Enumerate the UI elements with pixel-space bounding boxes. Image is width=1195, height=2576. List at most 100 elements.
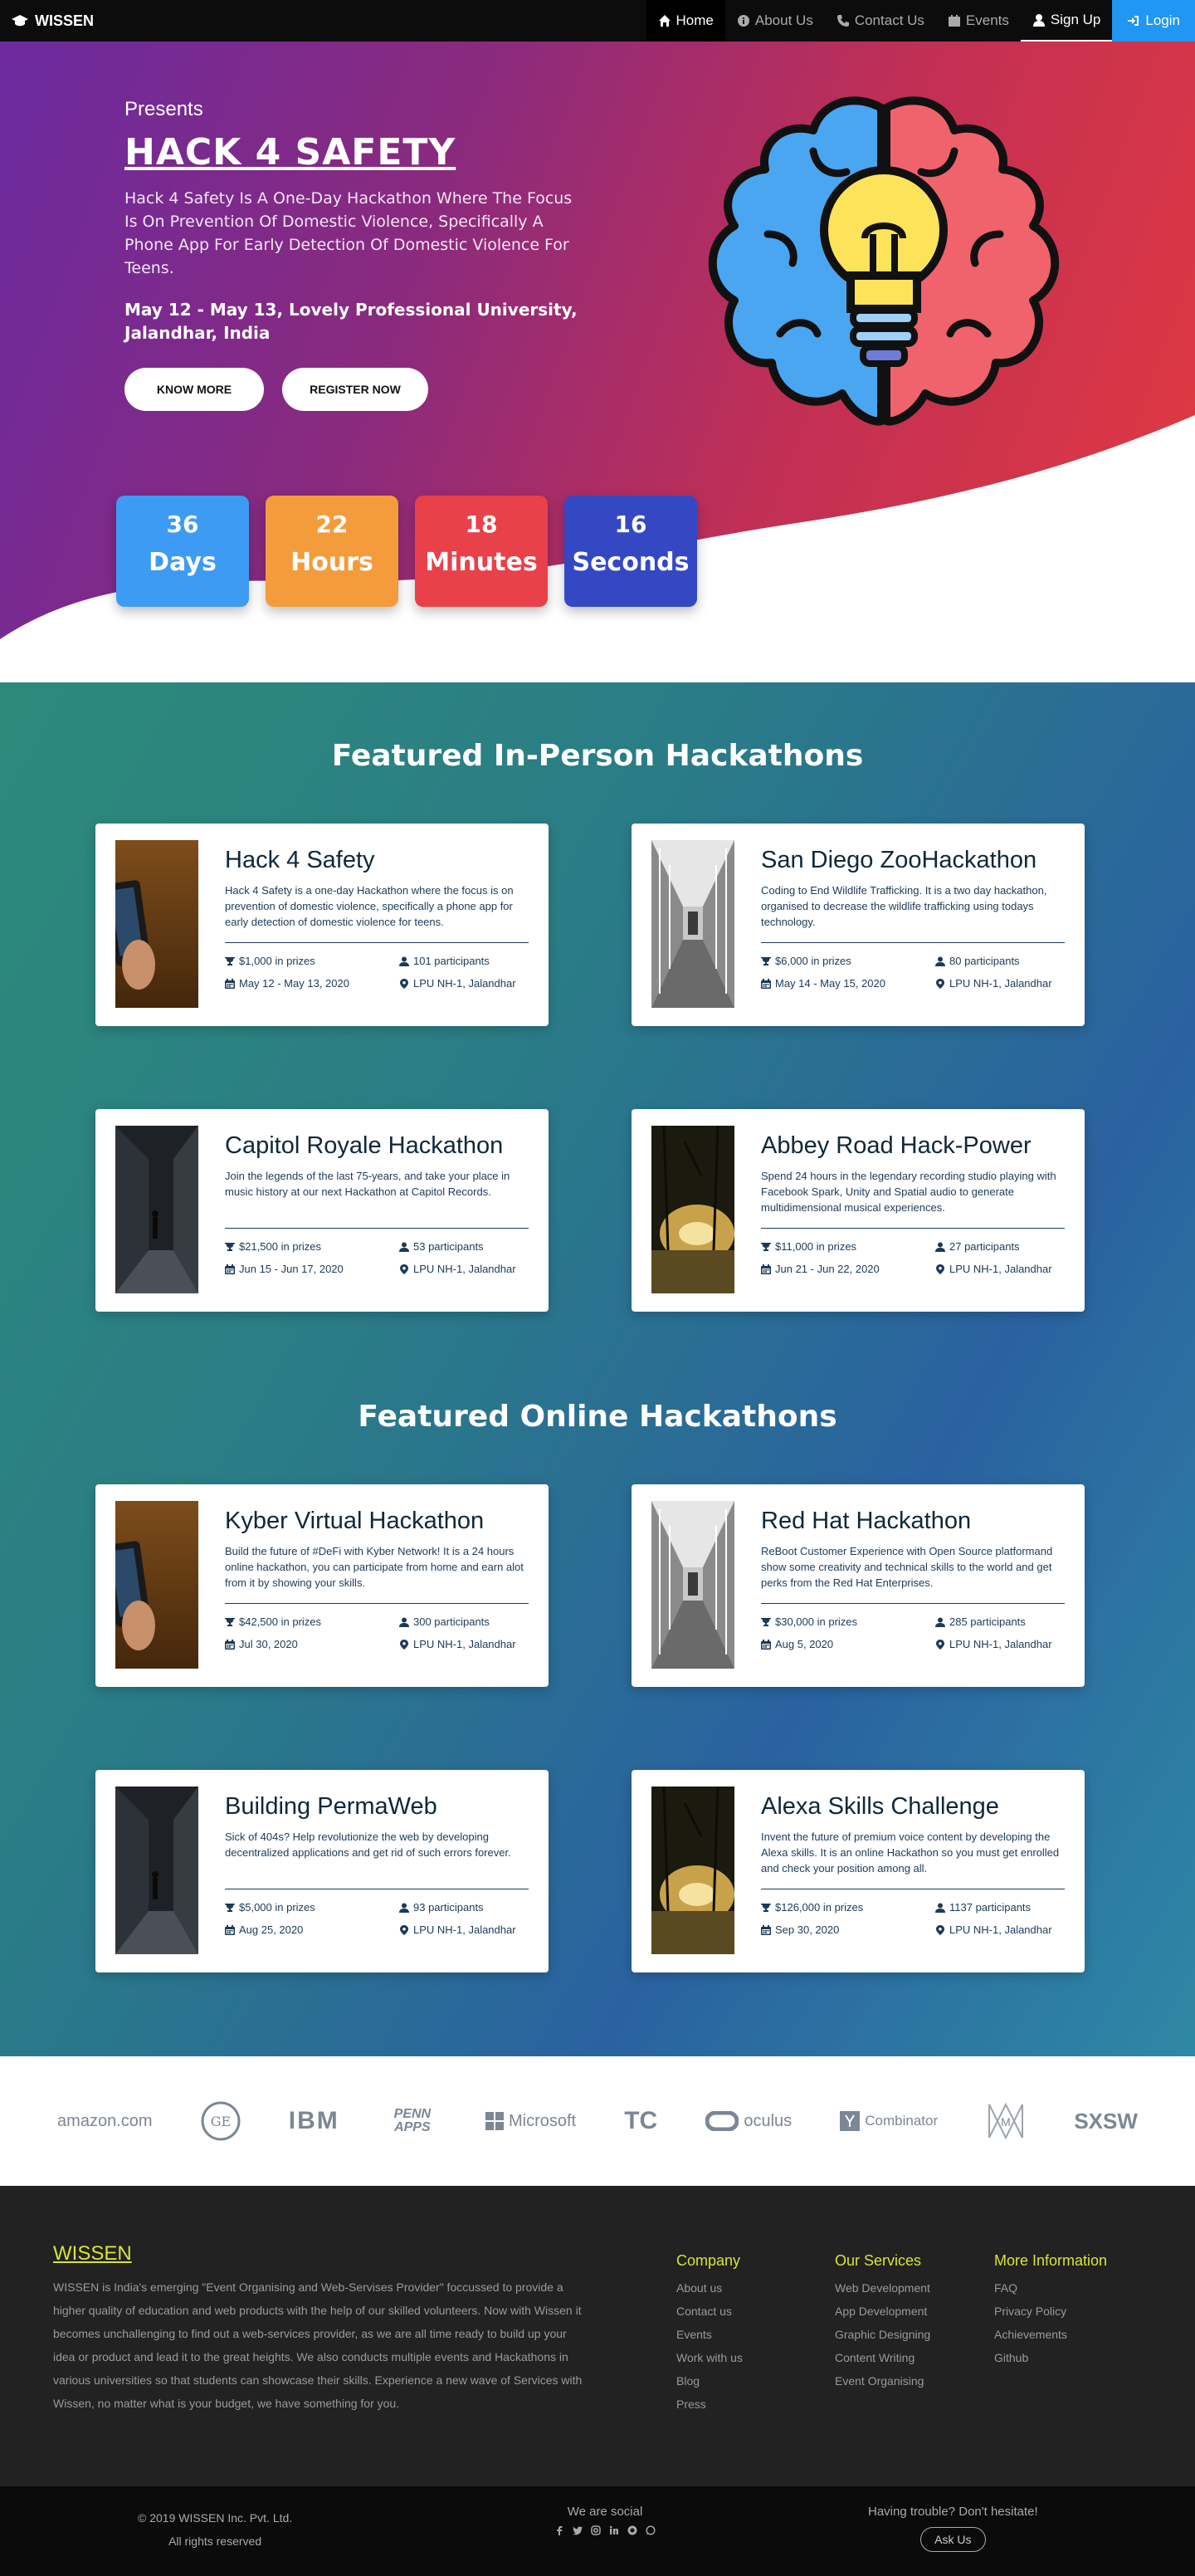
footer-link[interactable]: Github — [994, 2346, 1107, 2369]
hackathon-card[interactable]: San Diego ZooHackathon Coding to End Wild… — [632, 824, 1085, 1026]
hero-title[interactable]: HACK 4 SAFETY — [124, 131, 589, 174]
hackathon-card[interactable]: Capitol Royale Hackathon Join the legends… — [95, 1109, 549, 1312]
brand[interactable]: WISSEN — [0, 12, 94, 30]
whatsapp-icon[interactable] — [646, 2525, 656, 2535]
footer-link[interactable]: About us — [676, 2276, 743, 2300]
user-icon — [399, 956, 409, 966]
sponsor-ycombinator-label: Combinator — [865, 2113, 939, 2129]
sponsor-techcrunch[interactable]: TC — [624, 2107, 657, 2135]
ge-logo-icon: GE — [201, 2101, 241, 2141]
hackathon-card[interactable]: Hack 4 Safety Hack 4 Safety is a one-day … — [95, 824, 549, 1026]
location-text: LPU NH-1, Jalandhar — [413, 1923, 516, 1936]
dates-text: May 14 - May 15, 2020 — [775, 977, 885, 990]
hackathon-card[interactable]: Building PermaWeb Sick of 404s? Help revo… — [95, 1770, 549, 1972]
hackathon-card[interactable]: Abbey Road Hack-Power Spend 24 hours in t… — [632, 1109, 1085, 1312]
footer-link[interactable]: App Development — [835, 2300, 930, 2323]
dates-text: Aug 25, 2020 — [239, 1923, 304, 1936]
location-text: LPU NH-1, Jalandhar — [413, 977, 516, 990]
hackathon-card[interactable]: Kyber Virtual Hackathon Build the future … — [95, 1484, 549, 1687]
sponsor-ge[interactable]: GE — [201, 2101, 241, 2141]
hackathon-title[interactable]: Hack 4 Safety — [225, 847, 529, 874]
bottom-bar: © 2019 WISSEN Inc. Pvt. Ltd. All rights … — [0, 2486, 1195, 2576]
map-marker-icon — [400, 1924, 408, 1935]
hackathon-image — [115, 1501, 198, 1669]
footer-link[interactable]: Work with us — [676, 2346, 743, 2369]
facebook-icon[interactable] — [554, 2525, 564, 2535]
sponsor-pennapps[interactable]: PENN APPS — [388, 2108, 437, 2134]
location-text: LPU NH-1, Jalandhar — [949, 1923, 1052, 1936]
sponsor-amazon-label: amazon.com — [57, 2111, 153, 2130]
sponsor-techcrunch-label: TC — [624, 2107, 658, 2134]
counter-minutes: 18 Minutes — [415, 496, 548, 607]
hackathon-title[interactable]: Abbey Road Hack-Power — [761, 1132, 1065, 1160]
hackathon-description: Build the future of #DeFi with Kyber Net… — [225, 1545, 524, 1589]
user-icon — [935, 1242, 945, 1252]
footer-link[interactable]: Graphic Designing — [835, 2323, 930, 2346]
footer-link[interactable]: Privacy Policy — [994, 2300, 1107, 2323]
user-icon — [935, 1903, 945, 1913]
footer-more-title: More Information — [994, 2252, 1108, 2269]
sponsor-ibm-label: IBM — [288, 2107, 339, 2134]
footer-brand[interactable]: WISSEN — [53, 2242, 132, 2266]
participants-info: 53 participants — [399, 1240, 484, 1253]
hackathon-card[interactable]: Red Hat Hackathon ReBoot Customer Experie… — [632, 1484, 1085, 1687]
sponsor-amazon[interactable]: amazon.com — [57, 2112, 153, 2131]
footer-link[interactable]: Blog — [676, 2369, 743, 2393]
footer-link[interactable]: Events — [676, 2323, 743, 2346]
hero-date-place: May 12 - May 13, Lovely Professional Uni… — [124, 300, 578, 343]
user-icon — [399, 1242, 409, 1252]
participants-info: 101 participants — [399, 955, 490, 967]
sponsor-sxsw-label: SXSW — [1074, 2108, 1138, 2134]
ask-us-button[interactable]: Ask Us — [920, 2527, 986, 2552]
linkedin-icon[interactable] — [609, 2525, 619, 2535]
participants-text: 285 participants — [949, 1615, 1026, 1628]
sponsor-ibm[interactable]: IBM — [289, 2107, 339, 2135]
sponsor-oculus[interactable]: oculus — [705, 2111, 792, 2131]
footer-link[interactable]: Content Writing — [835, 2346, 930, 2369]
trophy-icon — [761, 1617, 771, 1626]
location-text: LPU NH-1, Jalandhar — [413, 1638, 516, 1650]
github-icon[interactable] — [627, 2525, 637, 2535]
sponsor-ycombinator[interactable]: Combinator — [840, 2111, 938, 2131]
sponsor-sxsw[interactable]: SXSW — [1074, 2109, 1138, 2134]
nav-login[interactable]: Login — [1112, 0, 1195, 42]
footer-link[interactable]: Contact us — [676, 2300, 743, 2323]
hackathon-title[interactable]: Alexa Skills Challenge — [761, 1793, 1065, 1821]
footer-link[interactable]: FAQ — [994, 2276, 1107, 2300]
card-divider — [225, 1603, 529, 1604]
dates-info: Aug 5, 2020 — [761, 1638, 935, 1650]
hackathon-title[interactable]: Red Hat Hackathon — [761, 1508, 1065, 1535]
counter-days: 36 Days — [116, 496, 249, 607]
hackathon-description: Join the legends of the last 75-years, a… — [225, 1170, 510, 1198]
nav-signup[interactable]: Sign Up — [1020, 0, 1113, 42]
hackathon-title[interactable]: San Diego ZooHackathon — [761, 847, 1065, 874]
nav-contact[interactable]: Contact Us — [825, 0, 936, 42]
location-text: LPU NH-1, Jalandhar — [413, 1263, 516, 1275]
register-now-button[interactable]: REGISTER NOW — [282, 368, 428, 411]
calendar-icon — [225, 1639, 235, 1650]
participants-info: 300 participants — [399, 1615, 490, 1628]
hackathon-image — [115, 840, 198, 1008]
sponsor-m[interactable]: M — [986, 2101, 1026, 2141]
footer-link[interactable]: Achievements — [994, 2323, 1107, 2346]
footer-link[interactable]: Web Development — [835, 2276, 930, 2300]
trophy-icon — [761, 1903, 771, 1912]
nav-about[interactable]: About Us — [725, 0, 825, 42]
sponsor-microsoft[interactable]: Microsoft — [485, 2112, 576, 2131]
footer-link[interactable]: Press — [676, 2393, 743, 2416]
instagram-icon[interactable] — [591, 2525, 601, 2535]
know-more-button[interactable]: KNOW MORE — [124, 368, 264, 411]
twitter-icon[interactable] — [573, 2525, 583, 2535]
nav-events[interactable]: Events — [936, 0, 1021, 42]
hackathon-card[interactable]: Alexa Skills Challenge Invent the future … — [632, 1770, 1085, 1972]
hackathon-description: Hack 4 Safety is a one-day Hackathon whe… — [225, 884, 514, 928]
footer-services: Our Services Web Development App Develop… — [835, 2252, 930, 2393]
hackathon-image — [115, 1787, 198, 1954]
hackathon-title[interactable]: Building PermaWeb — [225, 1793, 529, 1821]
dates-info: Aug 25, 2020 — [225, 1923, 399, 1936]
nav-home[interactable]: Home — [646, 0, 725, 42]
footer-link[interactable]: Event Organising — [835, 2369, 930, 2393]
hackathon-title[interactable]: Capitol Royale Hackathon — [225, 1132, 529, 1160]
hero-description: Hack 4 Safety Is A One-Day Hackathon Whe… — [124, 189, 573, 277]
hackathon-title[interactable]: Kyber Virtual Hackathon — [225, 1508, 529, 1535]
